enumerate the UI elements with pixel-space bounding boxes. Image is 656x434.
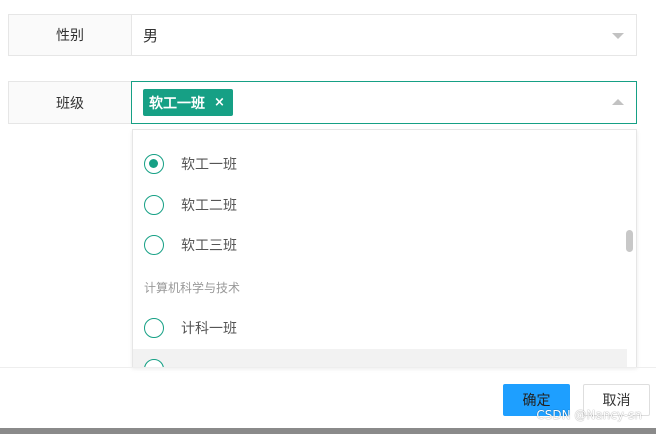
gender-select[interactable]: 男 <box>131 14 637 56</box>
class-select[interactable]: 软工一班 × <box>131 81 637 124</box>
option-label: 软工三班 <box>181 238 237 254</box>
gender-row: 性别 男 <box>8 14 637 56</box>
class-label: 班级 <box>8 81 131 124</box>
radio-icon[interactable] <box>144 195 164 215</box>
option-class-3[interactable]: 软工三班 <box>133 225 627 265</box>
dropdown-scrollbar[interactable] <box>626 230 633 252</box>
option-label: 软工一班 <box>181 157 237 173</box>
option-class-2[interactable]: 软工二班 <box>133 185 627 225</box>
bottom-bar <box>0 428 656 434</box>
chevron-up-icon[interactable] <box>612 98 624 105</box>
radio-icon[interactable] <box>144 154 164 174</box>
option-cs-2-partial[interactable] <box>133 349 627 367</box>
radio-icon[interactable] <box>144 235 164 255</box>
footer-divider <box>0 367 656 368</box>
watermark: CSDN @Nancy-sn <box>536 408 642 422</box>
option-label: 软工二班 <box>181 198 237 214</box>
option-label: 计科一班 <box>181 321 237 337</box>
option-cs-1[interactable]: 计科一班 <box>133 308 627 348</box>
chevron-down-icon[interactable] <box>612 33 624 39</box>
group-title: 计算机科学与技术 <box>144 281 241 295</box>
radio-icon[interactable] <box>144 359 164 367</box>
option-class-1[interactable]: 软工一班 <box>133 144 627 184</box>
class-dropdown: 软工一班 软工二班 软工三班 计算机科学与技术 计科一班 <box>132 129 637 367</box>
selected-class-tag: 软工一班 × <box>143 89 233 116</box>
close-icon[interactable]: × <box>214 96 225 109</box>
gender-value: 男 <box>143 26 159 45</box>
selected-class-tag-label: 软工一班 <box>149 95 205 112</box>
form-dialog: 性别 男 班级 软工一班 × 软工一班 软工二班 软工三班 计算机科学与技术 计… <box>0 0 656 434</box>
radio-icon[interactable] <box>144 318 164 338</box>
gender-label: 性别 <box>8 14 131 56</box>
class-row: 班级 软工一班 × <box>8 81 637 124</box>
